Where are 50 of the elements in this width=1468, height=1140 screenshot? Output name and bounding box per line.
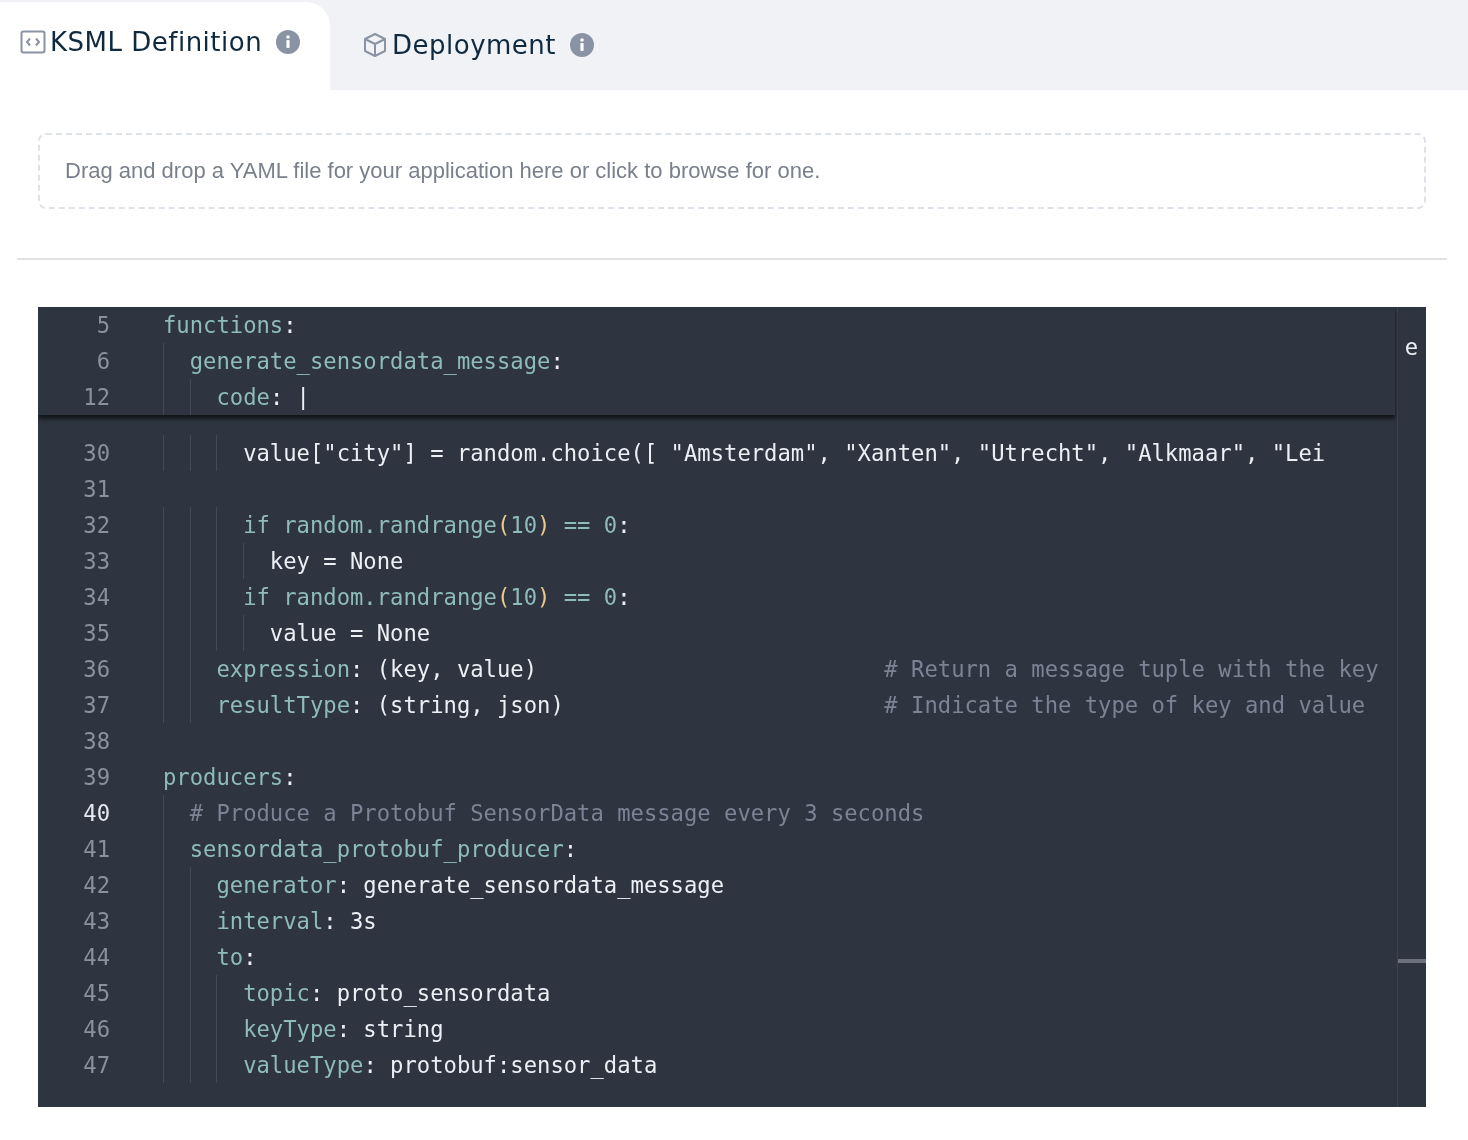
line-number: 36 — [82, 656, 110, 682]
line-number: 31 — [82, 476, 110, 502]
line-number: 43 — [82, 908, 110, 934]
code-line: resultType: (string, json) # Indicate the type of key and value — [215, 692, 1366, 718]
line-number: 5 — [95, 312, 110, 338]
code-line: code: | — [215, 384, 310, 410]
code-line: generate_sensordata_message: — [188, 348, 564, 374]
line-number: 12 — [82, 384, 110, 410]
code-line: key = None — [268, 548, 404, 574]
info-icon[interactable] — [276, 30, 301, 54]
line-number: 44 — [82, 944, 110, 970]
code-line: producers: — [163, 764, 297, 790]
line-number: 35 — [82, 620, 110, 646]
overview-ruler-mark — [1398, 959, 1426, 963]
code-fragment: e — [1404, 333, 1418, 362]
line-number: 30 — [82, 440, 110, 466]
line-number: 6 — [95, 348, 110, 374]
line-number: 42 — [82, 872, 110, 898]
code-line: generator: generate_sensordata_message — [215, 872, 725, 898]
tab[interactable]: Deployment — [330, 0, 623, 90]
code-line: value["city"] = random.choice([ "Amsterdam", "Xanten", "Utrecht", "Alkmaar", "Lei — [242, 440, 1326, 466]
code-icon — [20, 29, 46, 55]
code-line: functions: — [163, 312, 297, 338]
line-number: 38 — [82, 728, 110, 754]
line-number: 40 — [82, 800, 110, 826]
code-line: keyType: string — [242, 1016, 444, 1042]
code-line: interval: 3s — [215, 908, 377, 934]
code-line: sensordata_protobuf_producer: — [188, 836, 578, 862]
tab[interactable]: KSML Definition — [0, 2, 330, 90]
code-line: expression: (key, value) # Return a message tuple with the key — [215, 656, 1379, 682]
line-number: 47 — [82, 1052, 110, 1078]
cube-icon — [362, 32, 388, 58]
line-number: 33 — [82, 548, 110, 574]
code-line: if random.randrange(10) == 0: — [242, 584, 631, 610]
code-line: topic: proto_sensordata — [242, 980, 551, 1006]
line-number: 45 — [82, 980, 110, 1006]
line-number: 34 — [82, 584, 110, 610]
info-icon[interactable] — [570, 33, 595, 57]
line-number: 39 — [82, 764, 110, 790]
line-number: 41 — [82, 836, 110, 862]
line-number: 32 — [82, 512, 110, 538]
code-line: valueType: protobuf:sensor_data — [242, 1052, 658, 1078]
line-number: 37 — [82, 692, 110, 718]
file-dropzone[interactable]: Drag and drop a YAML file for your application here or click to browse for one. — [38, 133, 1426, 209]
code-line: # Produce a Protobuf SensorData message every 3 seconds — [188, 800, 925, 826]
line-number: 46 — [82, 1016, 110, 1042]
code-line: to: — [215, 944, 257, 970]
code-line: value = None — [268, 620, 431, 646]
code-editor[interactable] — [38, 307, 1426, 1107]
code-line: if random.randrange(10) == 0: — [242, 512, 631, 538]
